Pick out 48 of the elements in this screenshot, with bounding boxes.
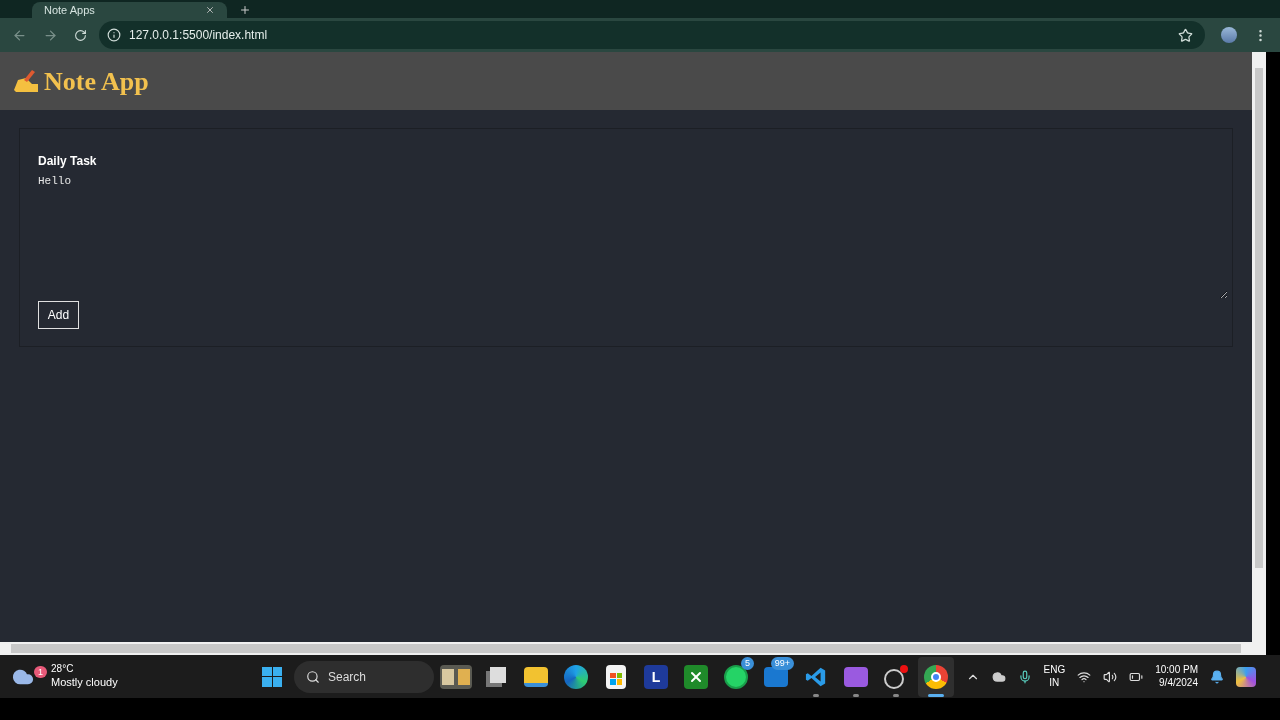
wifi-icon[interactable] xyxy=(1077,669,1092,684)
search-field[interactable]: Search xyxy=(294,660,434,693)
running-indicator xyxy=(813,693,819,697)
taskbar-button[interactable] xyxy=(918,656,954,697)
notification-badge: 99+ xyxy=(770,656,794,670)
volume-icon[interactable] xyxy=(1103,669,1118,684)
search-icon xyxy=(306,669,320,684)
region[interactable]: IN xyxy=(1049,676,1060,689)
bookmark-icon[interactable] xyxy=(1178,27,1193,43)
start-icon[interactable] xyxy=(262,666,282,687)
forward-icon[interactable] xyxy=(43,27,58,43)
browser-tab[interactable]: Note Apps xyxy=(32,2,227,18)
temperature: 28°C xyxy=(51,663,75,676)
code-editor-icon[interactable] xyxy=(805,665,827,688)
clock-date[interactable]: 9/4/2024 xyxy=(1159,676,1198,689)
new-tab-icon[interactable] xyxy=(239,4,251,16)
note-form[interactable]: Daily Task Hello Add xyxy=(19,128,1233,347)
folder-icon[interactable] xyxy=(524,666,548,687)
notification-badge: 5 xyxy=(741,656,754,670)
address-bar[interactable]: 127.0.0.1:5500/index.html xyxy=(99,21,1205,49)
clock-time[interactable]: 10:00 PM xyxy=(1155,664,1198,677)
running-indicator xyxy=(928,693,944,697)
info-icon[interactable] xyxy=(107,28,121,42)
title-field[interactable]: Daily Task xyxy=(38,152,438,170)
bell-icon[interactable] xyxy=(1210,669,1224,684)
writing-hand-icon xyxy=(12,68,40,94)
widgets-icon[interactable] xyxy=(440,664,472,689)
running-indicator xyxy=(853,693,859,697)
weather-condition: Mostly cloudy xyxy=(51,675,118,690)
cloud-icon[interactable] xyxy=(991,669,1006,684)
taskbar-button[interactable]: L xyxy=(638,656,674,697)
store-icon[interactable] xyxy=(606,664,626,689)
recorder-icon[interactable] xyxy=(884,664,908,689)
app-header: Note App xyxy=(0,52,1252,110)
note-field[interactable]: Hello xyxy=(38,173,1228,299)
running-indicator xyxy=(893,693,899,697)
notification-badge: 1 xyxy=(34,665,47,678)
profile-avatar[interactable] xyxy=(1221,27,1237,43)
reload-icon[interactable] xyxy=(74,28,87,42)
vertical-scrollbar[interactable] xyxy=(1252,52,1266,655)
microphone-icon[interactable] xyxy=(1017,669,1032,684)
back-icon[interactable] xyxy=(12,27,27,43)
add-button[interactable]: Add xyxy=(38,301,79,329)
task-view-icon[interactable] xyxy=(486,666,506,687)
horizontal-scrollbar[interactable] xyxy=(0,642,1252,655)
app-icon[interactable]: L xyxy=(644,664,668,689)
close-icon[interactable] xyxy=(205,5,215,15)
language[interactable]: ENG xyxy=(1043,664,1066,677)
